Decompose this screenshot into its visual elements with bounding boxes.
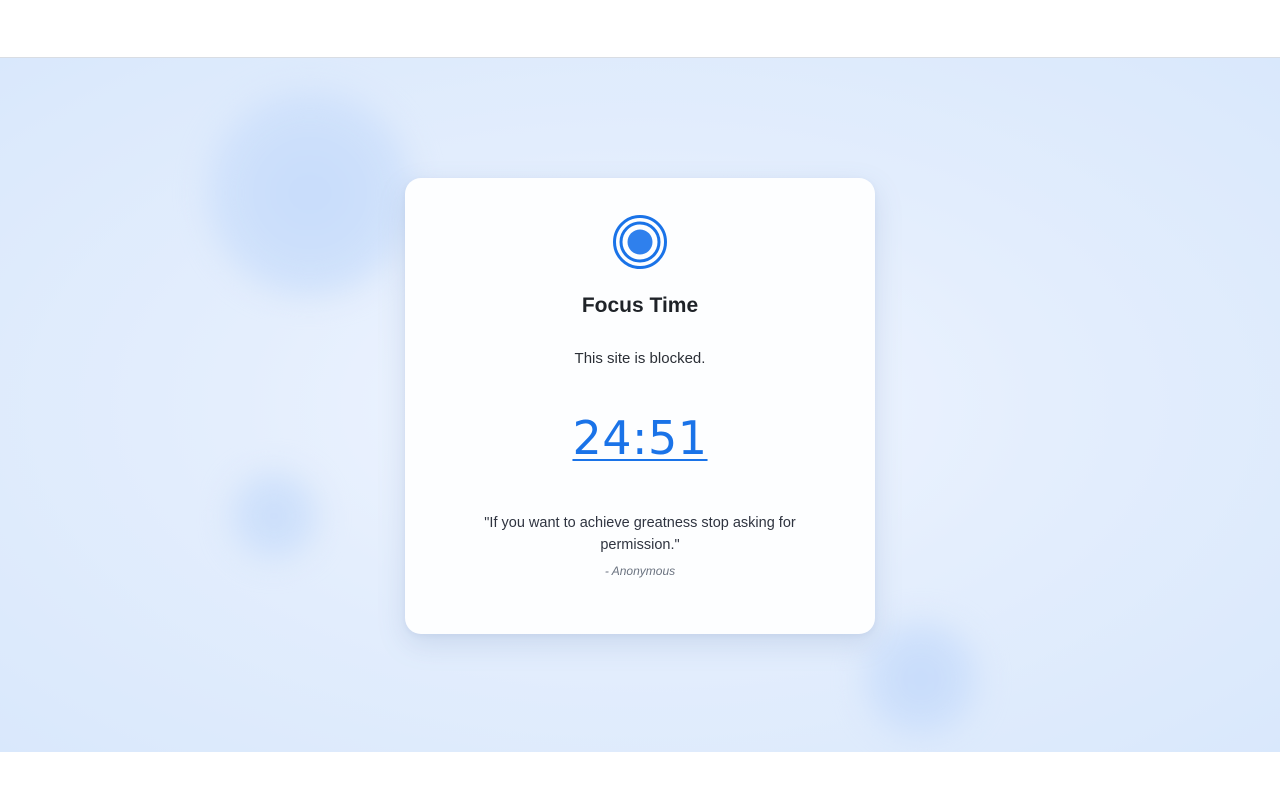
decorative-blob — [205, 88, 415, 298]
quote-author: - Anonymous — [604, 564, 676, 578]
decorative-blob — [228, 470, 320, 562]
blocked-message: This site is blocked. — [574, 350, 706, 367]
motivational-quote: "If you want to achieve greatness stop a… — [484, 515, 796, 553]
focus-card: Focus Time This site is blocked. 24:51 "… — [405, 178, 875, 634]
page-title: Focus Time — [581, 294, 699, 317]
browser-top-bar — [0, 0, 1280, 58]
decorative-blob — [862, 620, 980, 738]
focus-target-icon — [613, 215, 667, 269]
bottom-bar — [0, 752, 1280, 800]
countdown-timer[interactable]: 24:51 — [405, 411, 875, 465]
